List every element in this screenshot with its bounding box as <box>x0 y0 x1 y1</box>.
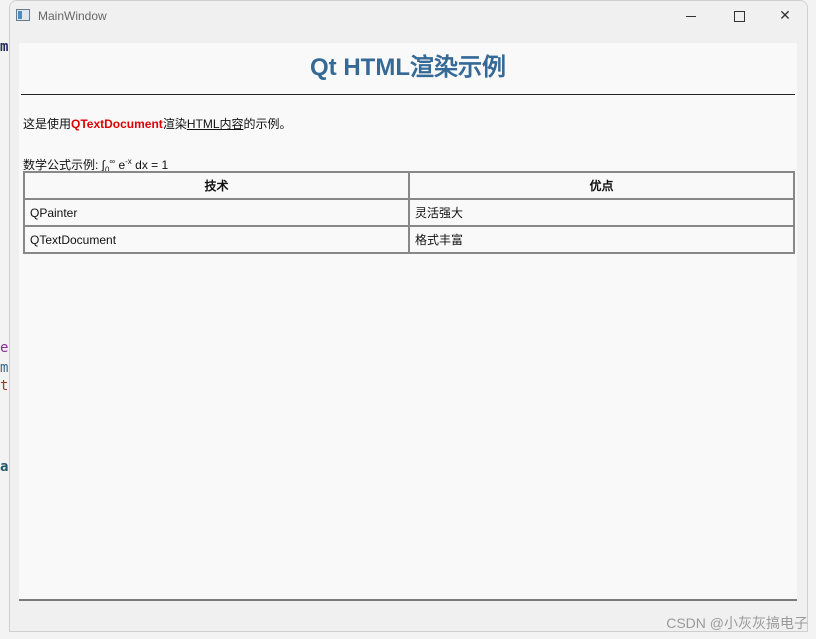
status-divider <box>19 599 797 601</box>
maximize-button[interactable] <box>716 1 762 33</box>
column-header-technology: 技术 <box>24 172 409 199</box>
window-title: MainWindow <box>38 9 107 23</box>
title-bar[interactable]: MainWindow ✕ <box>10 1 807 33</box>
intro-highlight: QTextDocument <box>71 117 163 131</box>
minimize-button[interactable] <box>668 1 714 33</box>
table-row: QPainter 灵活强大 <box>24 199 794 226</box>
table-cell: QPainter <box>24 199 409 226</box>
formula-e: e <box>115 158 126 172</box>
watermark-text: CSDN @小灰灰搞电子 <box>666 615 808 631</box>
main-window: MainWindow ✕ Qt HTML渲染示例 这是使用QTextDocume… <box>9 0 808 632</box>
close-icon: ✕ <box>779 8 791 24</box>
intro-paragraph: 这是使用QTextDocument渲染HTML内容的示例。 <box>23 115 292 132</box>
app-window-icon <box>16 9 30 21</box>
formula-rest: dx = 1 <box>131 158 169 172</box>
formula-exponent: -x <box>125 157 132 166</box>
table-cell: 格式丰富 <box>409 226 794 253</box>
maximize-icon <box>733 10 745 22</box>
html-render-area: Qt HTML渲染示例 这是使用QTextDocument渲染HTML内容的示例… <box>19 43 797 599</box>
table-header-row: 技术 优点 <box>24 172 794 199</box>
intro-prefix: 这是使用 <box>23 117 72 131</box>
intro-mid: 渲染 <box>162 117 187 131</box>
table-cell: QTextDocument <box>24 226 409 253</box>
document-title: Qt HTML渲染示例 <box>310 54 506 81</box>
table-row: QTextDocument 格式丰富 <box>24 226 794 253</box>
column-header-advantage: 优点 <box>409 172 794 199</box>
comparison-table: 技术 优点 QPainter 灵活强大 QTextDocument 格式丰富 <box>23 171 795 254</box>
table-cell: 灵活强大 <box>409 199 794 226</box>
formula-label: 数学公式示例: <box>23 158 102 172</box>
minimize-icon <box>686 15 696 17</box>
intro-underline: HTML内容 <box>186 117 244 131</box>
horizontal-rule <box>21 94 795 95</box>
intro-suffix: 的示例。 <box>243 117 292 131</box>
close-button[interactable]: ✕ <box>762 1 807 33</box>
